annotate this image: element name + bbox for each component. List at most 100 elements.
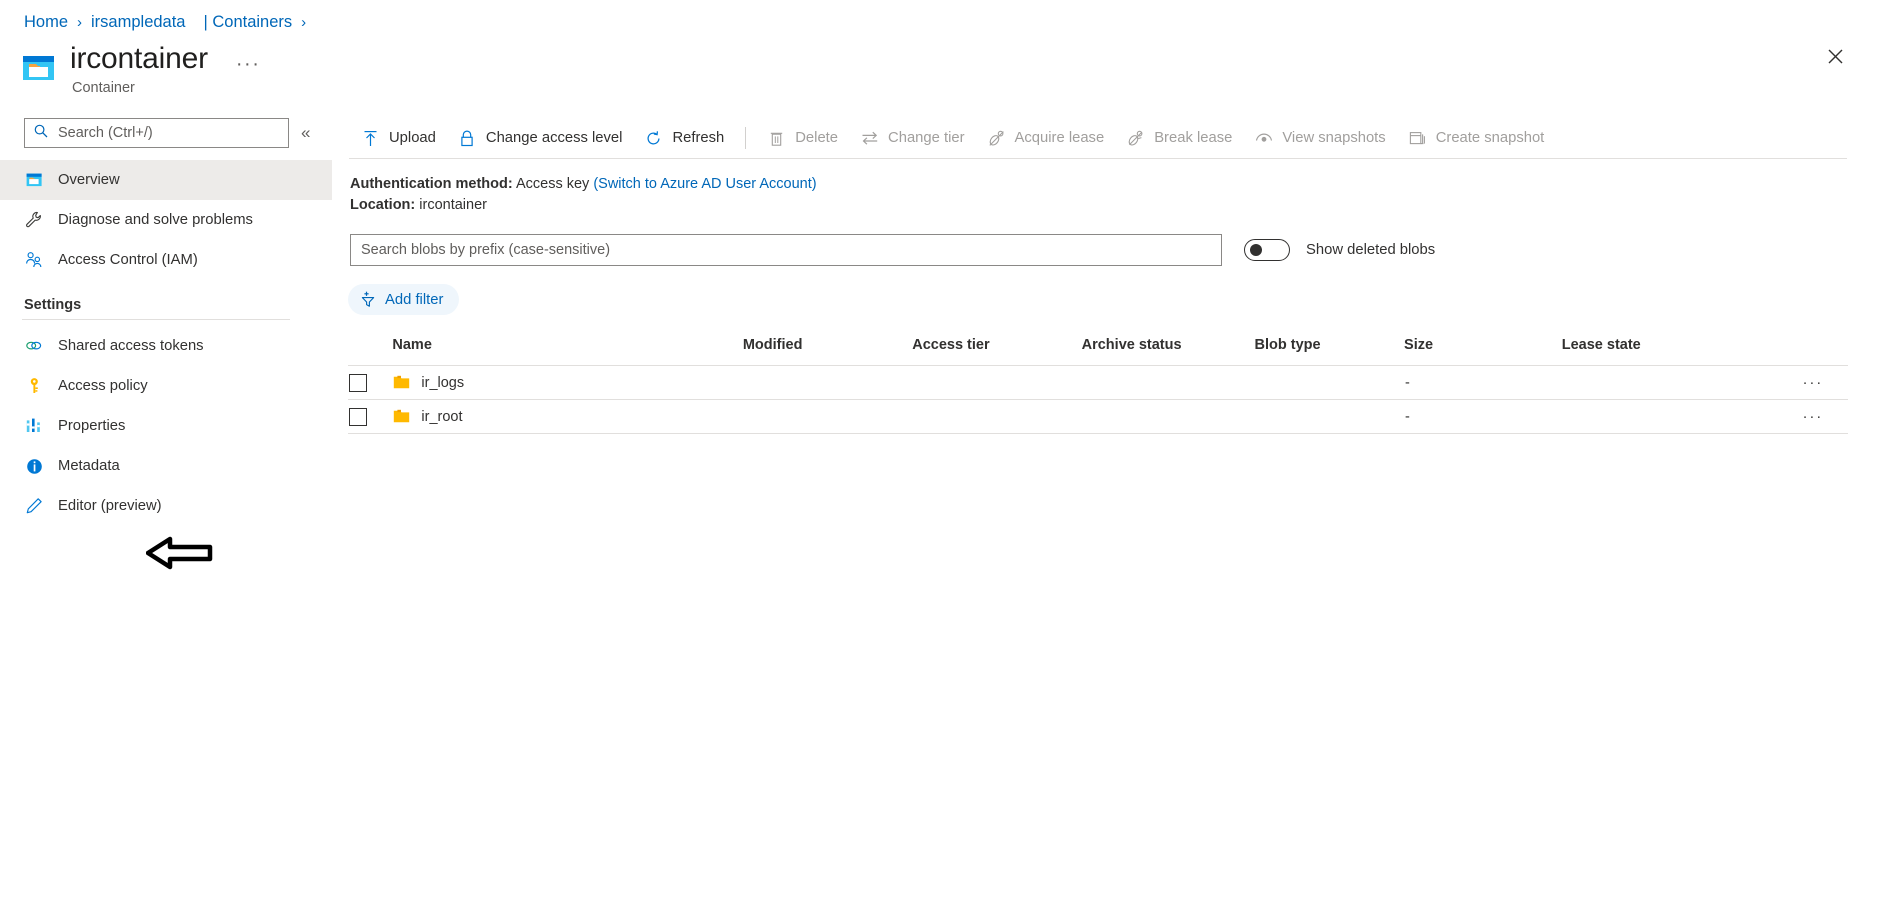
- row-more-actions-button[interactable]: ···: [1777, 399, 1848, 434]
- sidebar-item-label: Access Control (IAM): [58, 252, 198, 268]
- collapse-sidebar-button[interactable]: «: [301, 124, 310, 142]
- column-header-name[interactable]: Name: [392, 337, 743, 366]
- upload-button[interactable]: Upload: [350, 120, 447, 156]
- main-content: Upload Change access level Refresh Delet…: [340, 118, 1879, 918]
- snapshot-create-icon: [1408, 129, 1427, 148]
- row-modified-cell: [742, 399, 913, 434]
- change-access-level-button[interactable]: Change access level: [447, 120, 634, 156]
- sidebar-item-shared-access-tokens[interactable]: Shared access tokens: [0, 326, 332, 366]
- table-header-row: Name Modified Access tier Archive status…: [348, 337, 1848, 366]
- row-blob-type-cell: [1254, 399, 1405, 434]
- toggle-knob: [1250, 244, 1262, 256]
- command-label: Change access level: [485, 130, 623, 146]
- row-size-cell: -: [1404, 399, 1562, 434]
- page-title-group: ircontainer Container: [70, 42, 208, 96]
- blob-name[interactable]: ir_root: [421, 409, 462, 425]
- view-snapshots-button[interactable]: View snapshots: [1243, 120, 1396, 156]
- sidebar: « Overview Diagnose and solve problems: [0, 118, 332, 918]
- breadcrumb-separator-2: ›: [301, 13, 307, 31]
- column-header-modified[interactable]: Modified: [742, 337, 913, 366]
- column-header-archive-status[interactable]: Archive status: [1081, 337, 1255, 366]
- row-lease-state-cell: [1561, 399, 1778, 434]
- command-label: Upload: [389, 130, 436, 146]
- break-lease-button[interactable]: Break lease: [1115, 120, 1243, 156]
- add-filter-label: Add filter: [385, 291, 444, 308]
- command-label: Create snapshot: [1435, 130, 1545, 146]
- show-deleted-blobs-group: Show deleted blobs: [1244, 239, 1435, 261]
- pencil-icon: [24, 496, 44, 516]
- row-checkbox[interactable]: [349, 407, 367, 426]
- row-archive-status-cell: [1081, 365, 1255, 400]
- add-filter-button[interactable]: Add filter: [348, 284, 460, 315]
- column-header-blob-type[interactable]: Blob type: [1254, 337, 1405, 366]
- breadcrumb-item-irsampledata[interactable]: irsampledata: [91, 13, 185, 32]
- sidebar-item-label: Diagnose and solve problems: [58, 212, 253, 228]
- table-header: Name Modified Access tier Archive status…: [348, 337, 1848, 366]
- breadcrumb-separator: ›: [77, 13, 83, 31]
- blob-name[interactable]: ir_logs: [421, 375, 464, 391]
- row-access-tier-cell: [912, 365, 1082, 400]
- sidebar-group-settings-title: Settings: [24, 297, 82, 313]
- show-deleted-blobs-label: Show deleted blobs: [1306, 242, 1436, 258]
- refresh-button[interactable]: Refresh: [633, 120, 735, 156]
- command-label: Acquire lease: [1014, 130, 1105, 146]
- refresh-icon: [644, 129, 663, 148]
- sidebar-item-label: Overview: [58, 172, 120, 188]
- authentication-method-line: Authentication method: Access key (Switc…: [350, 174, 1879, 195]
- command-label: View snapshots: [1282, 130, 1386, 146]
- sidebar-item-overview[interactable]: Overview: [0, 160, 332, 200]
- switch-auth-link[interactable]: (Switch to Azure AD User Account): [593, 176, 816, 192]
- blob-filter-row: Show deleted blobs: [350, 234, 1879, 266]
- sidebar-item-label: Properties: [58, 418, 126, 434]
- breadcrumb-item-containers[interactable]: | Containers: [203, 13, 292, 32]
- break-lease-icon: [1126, 129, 1145, 148]
- table-row[interactable]: ir_logs - ···: [348, 365, 1848, 400]
- swap-icon: [860, 129, 879, 148]
- column-header-lease-state[interactable]: Lease state: [1561, 337, 1778, 366]
- location-label: Location:: [350, 197, 416, 213]
- sidebar-item-label: Shared access tokens: [58, 338, 204, 354]
- sidebar-item-editor-preview[interactable]: Editor (preview): [0, 486, 332, 526]
- row-lease-state-cell: [1561, 365, 1778, 400]
- sidebar-item-properties[interactable]: Properties: [0, 406, 332, 446]
- column-header-access-tier[interactable]: Access tier: [912, 337, 1082, 366]
- sidebar-item-label: Access policy: [58, 378, 148, 394]
- row-checkbox[interactable]: [349, 373, 367, 392]
- show-deleted-blobs-toggle[interactable]: [1244, 239, 1290, 261]
- sidebar-item-diagnose-and-solve-problems[interactable]: Diagnose and solve problems: [0, 200, 332, 240]
- sidebar-item-access-policy[interactable]: Access policy: [0, 366, 332, 406]
- location-value: ircontainer: [419, 197, 487, 213]
- table-body: ir_logs - ··· ir_root - ···: [348, 365, 1848, 434]
- breadcrumb: Home › irsampledata | Containers ›: [24, 10, 315, 34]
- sidebar-search-row: «: [0, 118, 332, 148]
- column-header-size[interactable]: Size: [1404, 337, 1562, 366]
- acquire-lease-button[interactable]: Acquire lease: [976, 120, 1116, 156]
- delete-button[interactable]: Delete: [756, 120, 849, 156]
- page-title: ircontainer: [70, 42, 208, 75]
- sidebar-item-access-control-iam[interactable]: Access Control (IAM): [0, 240, 332, 280]
- search-input[interactable]: [56, 124, 266, 142]
- breadcrumb-item-home[interactable]: Home: [24, 13, 68, 32]
- page-header: ircontainer Container ···: [22, 42, 260, 96]
- more-actions-button[interactable]: ···: [236, 54, 260, 74]
- sidebar-item-label: Metadata: [58, 458, 120, 474]
- table-row[interactable]: ir_root - ···: [348, 399, 1848, 434]
- row-archive-status-cell: [1081, 399, 1255, 434]
- lock-icon: [458, 129, 477, 148]
- create-snapshot-button[interactable]: Create snapshot: [1397, 120, 1556, 156]
- wrench-icon: [24, 210, 44, 230]
- row-modified-cell: [742, 365, 913, 400]
- annotation-arrow-icon: [145, 535, 216, 571]
- search-box[interactable]: [24, 118, 289, 148]
- lease-icon: [987, 129, 1006, 148]
- close-button[interactable]: [1819, 40, 1851, 72]
- sidebar-item-metadata[interactable]: Metadata: [0, 446, 332, 486]
- blob-search-input[interactable]: [350, 234, 1222, 266]
- change-tier-button[interactable]: Change tier: [849, 120, 976, 156]
- row-more-actions-button[interactable]: ···: [1777, 365, 1848, 400]
- upload-icon: [361, 129, 380, 148]
- authentication-info: Authentication method: Access key (Switc…: [350, 174, 1879, 216]
- trash-icon: [767, 129, 786, 148]
- row-size-cell: -: [1404, 365, 1562, 400]
- row-name-cell: ir_logs: [392, 365, 743, 400]
